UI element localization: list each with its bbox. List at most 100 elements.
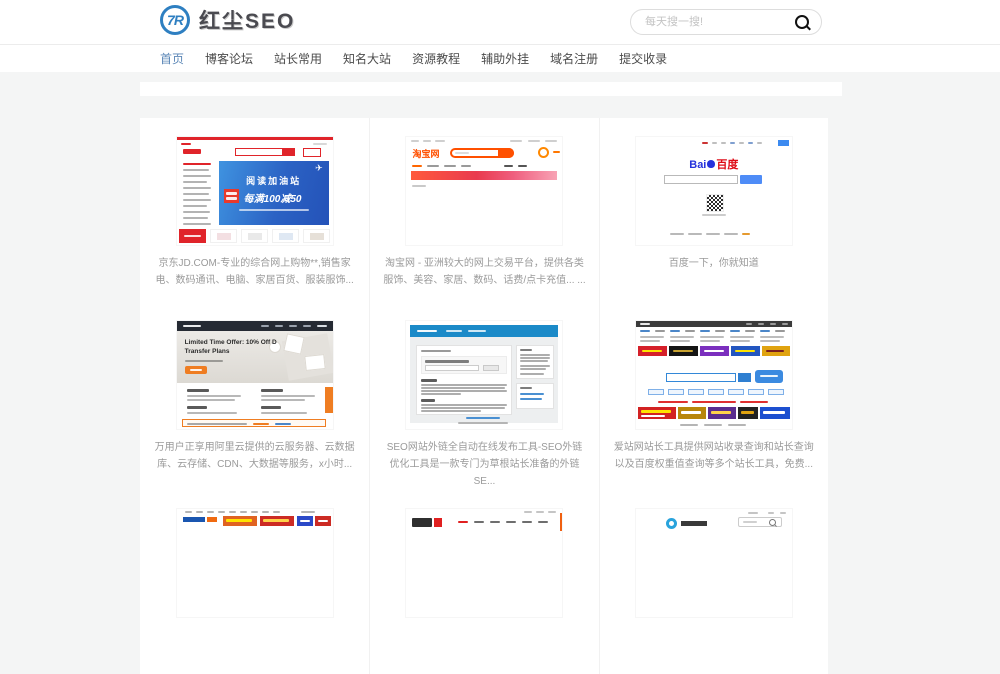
decor-bar [700, 340, 720, 342]
decor-bar [185, 360, 223, 362]
decor-bar [670, 340, 690, 342]
decor-bar [763, 411, 785, 414]
decor-bar [760, 336, 784, 338]
decor-bar [461, 165, 471, 167]
site-grid: ✈ 阅读加油站 每满100减50 [140, 118, 828, 674]
decor-bar [680, 424, 698, 426]
decor-bar: 阅读加油站 [219, 174, 329, 187]
site-caption-taobao[interactable]: 淘宝网 - 亚洲较大的网上交易平台，提供各类服饰、美容、家居、数码、话费/点卡充… [382, 255, 586, 289]
site-card-news-site [369, 490, 598, 674]
decor-bar [273, 511, 280, 513]
decor-bar [474, 521, 484, 523]
decor-bar [412, 165, 422, 167]
decor-bar [638, 407, 676, 419]
site-search[interactable] [630, 9, 822, 35]
site-caption-cloud-hosting[interactable]: 万用户正享用阿里云提供的云服务器、云数据库、云存储、CDN、大数据等服务，x小时… [152, 439, 357, 473]
decor-bar [421, 393, 461, 395]
decor-bar [412, 518, 432, 527]
decor-bar [187, 399, 235, 401]
site-thumbnail-blue-logo-site[interactable] [636, 509, 792, 617]
decor-bar [303, 148, 321, 157]
decor-bar [184, 235, 201, 237]
decor-bar [560, 513, 562, 531]
decor-bar [183, 181, 207, 183]
decor-bar [262, 511, 269, 513]
site-caption-jd[interactable]: 京东JD.COM-专业的综合网上购物**,销售家电、数码通讯、电脑、家居百货、服… [152, 255, 357, 289]
decor-bar [766, 350, 784, 352]
baidu-paw-icon [707, 160, 715, 168]
site-thumbnail-seo-tool[interactable] [406, 321, 562, 429]
decor-bar [669, 346, 698, 356]
nav-item-blog-forum[interactable]: 博客论坛 [205, 50, 253, 67]
decor-bar [760, 330, 770, 332]
nav-item-webmaster-tools[interactable]: 站长常用 [274, 50, 322, 67]
decor-bar [640, 330, 650, 332]
nav-item-famous-sites[interactable]: 知名大站 [343, 50, 391, 67]
decor-bar [553, 151, 560, 153]
decor-bar [708, 389, 724, 395]
nav-item-resources[interactable]: 资源教程 [412, 50, 460, 67]
site-thumbnail-baidu[interactable]: Bai百度 [636, 137, 792, 245]
site-header: 7R 红尘SEO [0, 0, 1000, 45]
decor-bar [303, 325, 311, 327]
decor-bar [516, 345, 554, 379]
decor-bar [688, 389, 704, 395]
search-input[interactable] [643, 15, 795, 29]
decor-bar [183, 211, 210, 213]
decor-bar [261, 406, 281, 409]
decor-bar [730, 142, 735, 144]
search-icon[interactable] [795, 15, 809, 29]
decor-bar [516, 383, 554, 409]
decor-bar [748, 512, 758, 514]
decor-bar [425, 365, 479, 371]
decor-bar [681, 411, 701, 414]
nav-item-plugins[interactable]: 辅助外挂 [481, 50, 529, 67]
decor-bar [518, 165, 527, 167]
decor-bar [782, 323, 788, 325]
decor-bar [421, 410, 481, 412]
decor-bar [760, 407, 790, 419]
decor-bar [183, 175, 211, 177]
decor-bar [421, 399, 435, 402]
site-thumbnail-news-site[interactable] [406, 509, 562, 617]
decor-bar [261, 389, 283, 392]
site-caption-aizhan[interactable]: 爱站网站长工具提供网站收录查询和站长查询以及百度权重值查询等多个站长工具，免费.… [612, 439, 816, 473]
decor-bar [730, 330, 740, 332]
decor-bar [670, 233, 684, 235]
site-card-blue-logo-site [599, 490, 828, 674]
site-thumbnail-cloud-hosting[interactable]: Limited Time Offer: 10% Off D Transfer P… [177, 321, 333, 429]
nav-item-submit[interactable]: 提交收录 [619, 50, 667, 67]
decor-bar [504, 165, 513, 167]
site-thumbnail-aizhan[interactable] [636, 321, 792, 429]
decor-bar [490, 521, 500, 523]
nav-item-home[interactable]: 首页 [160, 50, 184, 67]
site-thumbnail-chinaz[interactable] [177, 509, 333, 617]
decor-bar [520, 393, 544, 395]
decor-bar [446, 330, 462, 332]
decor-bar [187, 395, 241, 397]
decor-bar [183, 199, 211, 201]
site-card-baidu: Bai百度 百度一下，你就知道 [599, 118, 828, 302]
decor-bar [760, 340, 780, 342]
logo-text: 红尘SEO [199, 5, 295, 35]
decor-bar [187, 423, 247, 425]
decor-bar [520, 373, 544, 375]
decor-bar [700, 346, 729, 356]
site-caption-baidu[interactable]: 百度一下，你就知道 [612, 255, 816, 272]
decor-bar [520, 360, 548, 362]
site-thumbnail-jd[interactable]: ✈ 阅读加油站 每满100减50 [177, 137, 333, 245]
decor-bar [520, 398, 542, 400]
decor-bar [226, 519, 252, 522]
decor-bar [738, 373, 751, 382]
decor-bar [745, 330, 755, 332]
taobao-avatar [538, 147, 549, 158]
decor-bar [702, 142, 708, 144]
nav-item-domain[interactable]: 域名注册 [550, 50, 598, 67]
decor-bar [708, 407, 736, 419]
site-logo[interactable]: 7R 红尘SEO [160, 5, 295, 35]
decor-bar [240, 511, 247, 513]
site-caption-seo-tool[interactable]: SEO网站外链全自动在线发布工具-SEO外链优化工具是一款专门为草根站长准备的外… [382, 439, 586, 490]
decor-bar [421, 407, 505, 409]
decor-bar [207, 517, 217, 522]
site-thumbnail-taobao[interactable]: 淘宝网 [406, 137, 562, 245]
